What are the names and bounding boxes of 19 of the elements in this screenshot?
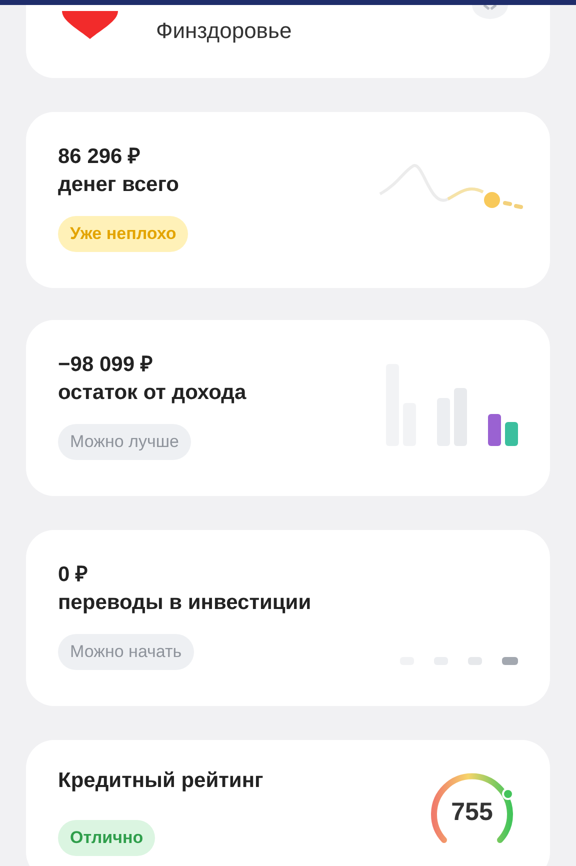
metric-label: денег всего — [58, 172, 179, 198]
metric-card[interactable]: −98 099 ₽ остаток от дохода Можно лучше — [26, 320, 550, 496]
amount-text: 86 296 ₽ — [58, 144, 140, 170]
status-tag: Можно начать — [58, 634, 194, 670]
metric-card[interactable]: Кредитный рейтинг Отлично 755 — [26, 740, 550, 866]
banner-text: Финздоровье — [156, 18, 292, 44]
heart-icon — [62, 11, 118, 39]
metric-card[interactable]: 0 ₽ переводы в инвестиции Можно начать — [26, 530, 550, 706]
status-tag: Уже неплохо — [58, 216, 188, 252]
amount-text: 0 ₽ — [58, 562, 88, 588]
status-tag: Можно лучше — [58, 424, 191, 460]
metric-label: Кредитный рейтинг — [58, 768, 264, 794]
close-icon[interactable] — [472, 5, 508, 19]
score-value: 755 — [450, 798, 494, 827]
metric-card[interactable]: 86 296 ₽ денег всего Уже неплохо — [26, 112, 550, 288]
metric-label: остаток от дохода — [58, 380, 246, 406]
amount-text: −98 099 ₽ — [58, 352, 152, 378]
metric-label: переводы в инвестиции — [58, 590, 312, 616]
status-tag: Отлично — [58, 820, 156, 856]
